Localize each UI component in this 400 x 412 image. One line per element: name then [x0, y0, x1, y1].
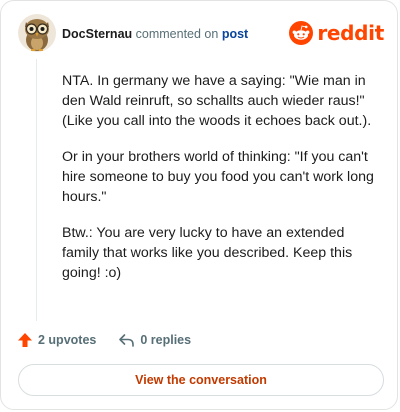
user-avatar[interactable] — [18, 14, 56, 52]
comment-paragraph-3: Btw.: You are very lucky to have an exte… — [62, 225, 353, 281]
upvotes-count: 2 upvotes — [38, 333, 97, 347]
byline-action-text: commented on — [135, 27, 219, 41]
comment-stats: 2 upvotes 0 replies — [17, 330, 191, 350]
comment-body: NTA. In germany we have a saying: "Wie m… — [62, 71, 382, 299]
replies-stat[interactable]: 0 replies — [118, 332, 191, 348]
reddit-snoo-icon — [289, 21, 314, 45]
comment-paragraph-2: Or in your brothers world of thinking: "… — [62, 149, 374, 205]
reddit-brand[interactable]: reddit — [289, 20, 384, 46]
avatar-owl-image — [18, 14, 56, 52]
view-conversation-button[interactable]: View the conversation — [18, 364, 384, 396]
embedded-comment-card: DocSternau commented on post reddit NTA.… — [0, 0, 398, 410]
comment-header: DocSternau commented on post reddit — [18, 14, 384, 54]
reply-arrow-icon — [119, 334, 135, 347]
thread-line — [36, 59, 37, 321]
replies-count: 0 replies — [140, 333, 192, 347]
reddit-wordmark: reddit — [317, 21, 384, 45]
upvotes-stat[interactable]: 2 upvotes — [17, 332, 96, 348]
upvote-arrow-icon — [18, 333, 32, 347]
post-link[interactable]: post — [222, 27, 248, 41]
comment-byline: DocSternau commented on post — [62, 26, 248, 42]
comment-paragraph-1: NTA. In germany we have a saying: "Wie m… — [62, 73, 372, 129]
author-username[interactable]: DocSternau — [62, 27, 132, 41]
